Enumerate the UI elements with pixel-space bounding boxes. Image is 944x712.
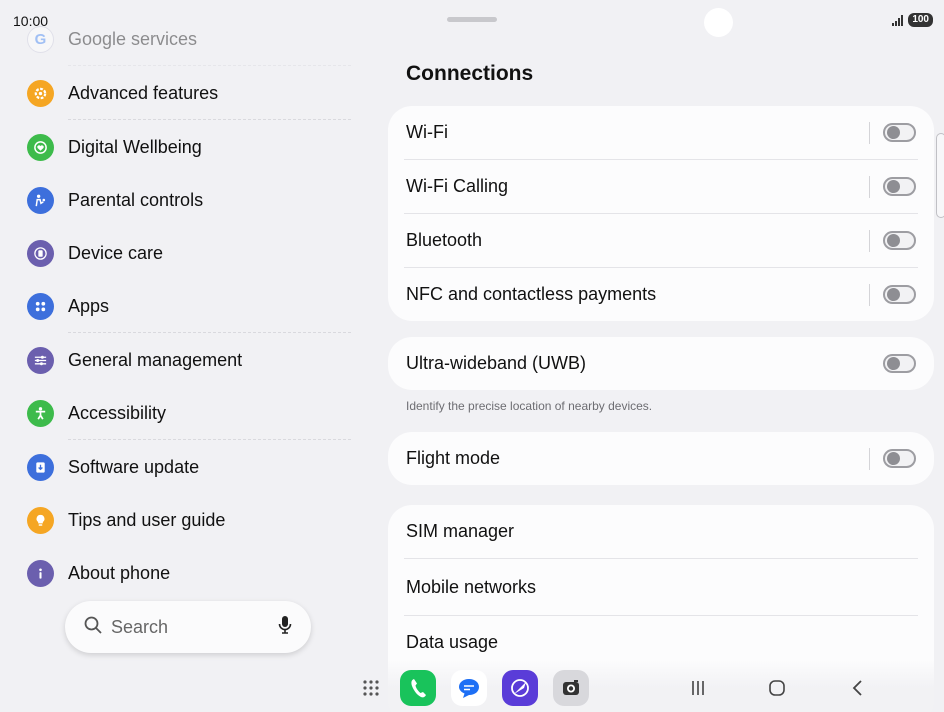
sidebar-item-about-phone[interactable]: About phone	[27, 547, 351, 600]
device-care-icon	[27, 240, 54, 267]
sidebar-item-label: General management	[68, 350, 243, 370]
app-drawer-icon[interactable]	[359, 676, 383, 700]
nfc-row[interactable]: NFC and contactless payments	[388, 268, 934, 321]
gear-star-icon	[27, 80, 54, 107]
nfc-toggle[interactable]	[883, 285, 916, 304]
sidebar-item-label: Device care	[68, 243, 164, 263]
sidebar-item-tips-user-guide[interactable]: Tips and user guide	[27, 494, 351, 547]
flight-mode-toggle[interactable]	[883, 449, 916, 468]
uwb-card: Ultra-wideband (UWB)	[388, 337, 934, 390]
data-usage-label: Data usage	[406, 632, 499, 652]
apps-grid-icon	[27, 293, 54, 320]
flight-mode-card: Flight mode	[388, 432, 934, 485]
flight-mode-label: Flight mode	[406, 448, 501, 468]
sidebar-item-general-management[interactable]: General management	[27, 334, 351, 387]
flight-mode-row[interactable]: Flight mode	[388, 432, 934, 485]
sidebar-item-google-services[interactable]: G Google services	[27, 13, 351, 66]
taskbar-apps	[400, 669, 604, 707]
lightbulb-icon	[27, 507, 54, 534]
sidebar-item-advanced-features[interactable]: Advanced features	[27, 67, 351, 120]
mobile-networks-label: Mobile networks	[406, 576, 537, 597]
microphone-icon[interactable]	[277, 615, 293, 640]
wifi-label: Wi-Fi	[406, 122, 448, 142]
recent-apps-button[interactable]	[686, 676, 710, 700]
accessibility-icon	[27, 400, 54, 427]
software-update-icon	[27, 454, 54, 481]
drag-handle[interactable]	[447, 17, 497, 22]
sidebar-item-label: Parental controls	[68, 190, 204, 210]
wifi-row[interactable]: Wi-Fi	[388, 106, 934, 159]
camera-cutout	[704, 8, 733, 37]
messages-app-icon[interactable]	[451, 670, 487, 706]
sidebar-item-label: Google services	[68, 29, 198, 49]
wifi-calling-toggle[interactable]	[883, 177, 916, 196]
google-icon: G	[27, 26, 54, 53]
edge-panel-handle[interactable]	[936, 133, 944, 218]
heart-icon	[27, 134, 54, 161]
search-bar[interactable]: Search	[65, 601, 311, 653]
sidebar-item-label: Digital Wellbeing	[68, 137, 202, 157]
page-title: Connections	[406, 62, 534, 85]
row-separator	[869, 121, 870, 144]
sim-manager-row[interactable]: SIM manager	[388, 505, 934, 558]
phone-app-icon[interactable]	[400, 670, 436, 706]
camera-app-icon[interactable]	[553, 670, 589, 706]
sidebar-item-label: Advanced features	[68, 83, 219, 103]
search-label: Search	[111, 616, 169, 637]
uwb-label: Ultra-wideband (UWB)	[406, 353, 587, 373]
internet-app-icon[interactable]	[502, 670, 538, 706]
row-separator	[869, 283, 870, 306]
home-button[interactable]	[765, 676, 789, 700]
sidebar-item-parental-controls[interactable]: Parental controls	[27, 174, 351, 227]
signal-icon	[892, 14, 904, 26]
sidebar-item-label: Tips and user guide	[68, 510, 226, 530]
sim-manager-label: SIM manager	[406, 521, 515, 541]
uwb-caption: Identify the precise location of nearby …	[406, 399, 653, 413]
back-button[interactable]	[846, 676, 870, 700]
sidebar-item-label: Accessibility	[68, 403, 167, 423]
connections-card: Wi-Fi Wi-Fi Calling Bluetooth NFC and co…	[388, 106, 934, 321]
sidebar-item-software-update[interactable]: Software update	[27, 441, 351, 494]
wifi-calling-row[interactable]: Wi-Fi Calling	[388, 160, 934, 213]
uwb-row[interactable]: Ultra-wideband (UWB)	[388, 337, 934, 390]
sidebar-item-accessibility[interactable]: Accessibility	[27, 387, 351, 440]
sidebar-item-device-care[interactable]: Device care	[27, 227, 351, 280]
row-separator	[869, 447, 870, 470]
bluetooth-toggle[interactable]	[883, 231, 916, 250]
wifi-calling-label: Wi-Fi Calling	[406, 176, 509, 196]
mobile-networks-row[interactable]: Mobile networks	[388, 559, 934, 615]
sidebar-item-label: Apps	[68, 296, 110, 316]
status-icons: 100	[892, 13, 933, 27]
info-icon	[27, 560, 54, 587]
row-separator	[869, 175, 870, 198]
bluetooth-row[interactable]: Bluetooth	[388, 214, 934, 267]
sidebar-item-digital-wellbeing[interactable]: Digital Wellbeing	[27, 121, 351, 174]
row-separator	[869, 229, 870, 252]
bluetooth-label: Bluetooth	[406, 230, 483, 250]
uwb-toggle[interactable]	[883, 354, 916, 373]
sidebar-item-label: Software update	[68, 457, 200, 477]
battery-indicator: 100	[908, 13, 933, 27]
sliders-icon	[27, 347, 54, 374]
parent-child-icon	[27, 187, 54, 214]
sidebar-item-label: About phone	[68, 563, 171, 583]
search-icon	[83, 615, 103, 640]
wifi-toggle[interactable]	[883, 123, 916, 142]
nfc-label: NFC and contactless payments	[406, 284, 657, 304]
sidebar-item-apps[interactable]: Apps	[27, 280, 351, 333]
